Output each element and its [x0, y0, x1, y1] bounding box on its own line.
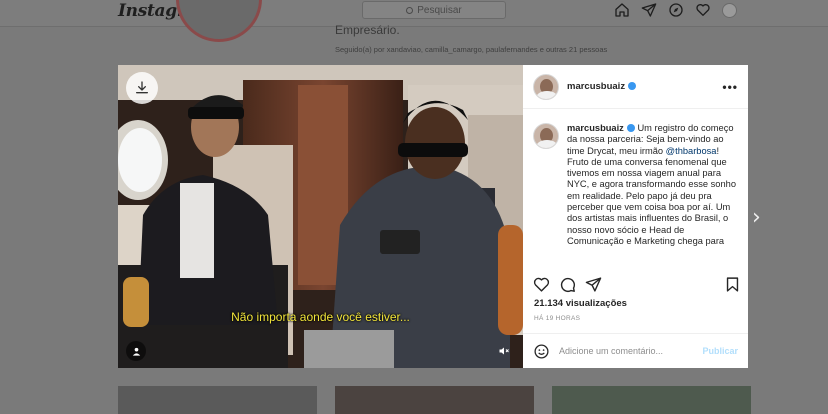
profile-picture — [176, 0, 262, 42]
home-icon[interactable] — [614, 2, 630, 18]
grid-thumbnail[interactable] — [335, 386, 534, 414]
comment-input[interactable]: Adicione um comentário... — [559, 346, 702, 356]
save-bookmark-icon[interactable] — [724, 276, 741, 293]
next-post-arrow-icon[interactable]: › — [752, 205, 761, 230]
verified-badge-icon — [628, 82, 637, 90]
caption-author-avatar[interactable] — [533, 123, 559, 149]
direct-icon[interactable] — [641, 2, 657, 18]
emoji-icon[interactable] — [533, 343, 550, 360]
post-video[interactable]: Não importa aonde você estiver... — [118, 65, 523, 368]
profile-grid — [118, 386, 751, 414]
activity-heart-icon[interactable] — [695, 2, 711, 18]
download-icon — [136, 81, 148, 94]
caption-mention-link[interactable]: @thbarbosa — [666, 146, 717, 156]
post-actions — [533, 274, 741, 294]
post-header: marcusbuaiz ••• — [523, 65, 748, 109]
comment-box: Adicione um comentário... Publicar — [523, 333, 748, 368]
explore-icon[interactable] — [668, 2, 684, 18]
post-timestamp[interactable]: HÁ 19 HORAS — [534, 315, 580, 322]
comment-icon[interactable] — [559, 276, 576, 293]
speaker-muted-icon — [499, 347, 509, 355]
tagged-users-button[interactable] — [126, 341, 146, 361]
search-icon — [406, 6, 414, 14]
view-count[interactable]: 21.134 visualizações — [534, 298, 627, 309]
verified-badge-icon — [626, 124, 635, 132]
post-side-panel: marcusbuaiz ••• marcusbuaiz Um registro … — [523, 65, 748, 368]
like-heart-icon[interactable] — [533, 276, 550, 293]
author-avatar[interactable] — [533, 73, 559, 100]
publish-comment-button[interactable]: Publicar — [702, 346, 738, 356]
share-direct-icon[interactable] — [585, 276, 602, 293]
followed-by-text[interactable]: Seguido(a) por xandaviao, camilla_camarg… — [335, 45, 607, 54]
mute-button[interactable] — [494, 341, 514, 361]
download-button[interactable] — [126, 72, 158, 104]
grid-thumbnail[interactable] — [552, 386, 751, 414]
caption-text: marcusbuaiz Um registro do começo da nos… — [567, 123, 743, 265]
grid-thumbnail[interactable] — [118, 386, 317, 414]
search-placeholder: Pesquisar — [417, 4, 462, 16]
profile-avatar[interactable] — [722, 2, 737, 18]
user-tag-icon — [132, 347, 140, 356]
caption-username[interactable]: marcusbuaiz — [567, 123, 624, 133]
caption-body-2: ! Fruto de uma conversa fenomenal que ti… — [567, 145, 736, 246]
search-input[interactable]: Pesquisar — [362, 1, 506, 19]
video-subtitle: Não importa aonde você estiver... — [231, 310, 410, 324]
more-options-icon[interactable]: ••• — [722, 80, 738, 94]
author-username[interactable]: marcusbuaiz — [567, 81, 637, 92]
top-nav-bar: Instagram Pesquisar — [0, 0, 828, 27]
post-caption: marcusbuaiz Um registro do começo da nos… — [533, 123, 743, 265]
profile-bio: Empresário. — [335, 23, 400, 37]
nav-icons — [614, 2, 737, 18]
